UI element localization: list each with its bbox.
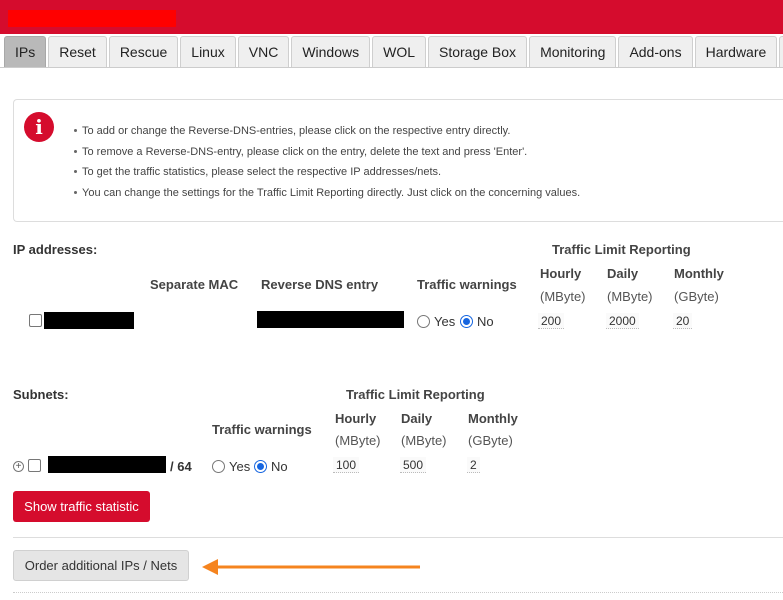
ip-traffic-limit-header: Traffic Limit Reporting bbox=[552, 242, 691, 257]
subnet-monthly-value[interactable]: 2 bbox=[467, 457, 480, 473]
ip-monthly-unit: (GByte) bbox=[674, 289, 719, 304]
subnet-daily-value[interactable]: 500 bbox=[400, 457, 427, 473]
info-box: i To add or change the Reverse-DNS-entri… bbox=[13, 99, 783, 222]
subnet-hourly-value[interactable]: 100 bbox=[333, 457, 360, 473]
subnet-traffic-warnings-yes-radio[interactable] bbox=[212, 460, 225, 473]
tab-windows[interactable]: Windows bbox=[291, 36, 371, 67]
tab-linux[interactable]: Linux bbox=[180, 36, 236, 67]
tab-admin[interactable]: Admin bbox=[779, 36, 783, 67]
reverse-dns-entry[interactable] bbox=[257, 311, 404, 328]
show-traffic-statistic-button[interactable]: Show traffic statistic bbox=[13, 491, 150, 522]
redacted-subnet-address bbox=[48, 456, 166, 473]
info-list: To add or change the Reverse-DNS-entries… bbox=[74, 124, 580, 206]
subnet-traffic-warnings-no-radio[interactable] bbox=[254, 460, 267, 473]
info-item: You can change the settings for the Traf… bbox=[74, 186, 580, 207]
subnet-select-checkbox[interactable] bbox=[28, 459, 41, 472]
tab-rescue[interactable]: Rescue bbox=[108, 36, 179, 67]
separate-mac-header: Separate MAC bbox=[150, 277, 239, 292]
tab-storage-box[interactable]: Storage Box bbox=[428, 36, 528, 67]
order-additional-ips-button[interactable]: Order additional IPs / Nets bbox=[13, 550, 189, 581]
tab-hardware[interactable]: Hardware bbox=[694, 36, 778, 67]
ip-traffic-warnings-no-radio[interactable] bbox=[460, 315, 473, 328]
tab-wol[interactable]: WOL bbox=[372, 36, 426, 67]
ip-hourly-unit: (MByte) bbox=[540, 289, 586, 304]
subnet-hourly-header: Hourly bbox=[335, 411, 377, 426]
ip-traffic-warnings-yes-radio[interactable] bbox=[417, 315, 430, 328]
ip-yes-label: Yes bbox=[434, 314, 456, 329]
expand-plus-icon[interactable]: + bbox=[13, 461, 24, 472]
tab-reset[interactable]: Reset bbox=[48, 36, 107, 67]
ip-addresses-label: IP addresses: bbox=[13, 242, 98, 257]
ip-daily-unit: (MByte) bbox=[607, 289, 653, 304]
subnet-traffic-limit-header: Traffic Limit Reporting bbox=[346, 387, 485, 402]
ip-monthly-header: Monthly bbox=[674, 266, 724, 281]
ip-daily-value[interactable]: 2000 bbox=[606, 313, 639, 329]
ip-traffic-warnings-header: Traffic warnings bbox=[417, 277, 517, 292]
subnet-daily-header: Daily bbox=[401, 411, 433, 426]
subnet-monthly-unit: (GByte) bbox=[468, 433, 513, 448]
subnet-traffic-warnings-header: Traffic warnings bbox=[212, 422, 312, 437]
info-icon: i bbox=[24, 112, 54, 142]
subnet-hourly-unit: (MByte) bbox=[335, 433, 381, 448]
divider bbox=[13, 537, 783, 538]
ip-monthly-value[interactable]: 20 bbox=[673, 313, 693, 329]
tab-monitoring[interactable]: Monitoring bbox=[529, 36, 617, 67]
subnets-label: Subnets: bbox=[13, 387, 69, 402]
tab-bar: IPs Reset Rescue Linux VNC Windows WOL Storage … bbox=[0, 36, 783, 68]
reverse-dns-header: Reverse DNS entry bbox=[261, 277, 379, 292]
subnet-prefix: / 64 bbox=[170, 459, 192, 474]
redacted-server-name bbox=[8, 10, 176, 27]
ip-hourly-value[interactable]: 200 bbox=[538, 313, 565, 329]
ip-daily-header: Daily bbox=[607, 266, 639, 281]
ip-select-checkbox[interactable] bbox=[29, 314, 42, 327]
bottom-divider bbox=[13, 592, 783, 593]
tab-add-ons[interactable]: Add-ons bbox=[618, 36, 693, 67]
top-banner bbox=[0, 0, 783, 34]
subnet-no-label: No bbox=[271, 459, 288, 474]
redacted-ip-address bbox=[44, 312, 134, 329]
subnet-yes-label: Yes bbox=[229, 459, 251, 474]
ip-no-label: No bbox=[477, 314, 494, 329]
info-item: To remove a Reverse-DNS-entry, please cl… bbox=[74, 145, 580, 166]
subnet-daily-unit: (MByte) bbox=[401, 433, 447, 448]
tab-vnc[interactable]: VNC bbox=[237, 36, 290, 67]
subnet-monthly-header: Monthly bbox=[468, 411, 518, 426]
tab-ips[interactable]: IPs bbox=[4, 36, 47, 67]
info-item: To get the traffic statistics, please se… bbox=[74, 165, 580, 186]
orange-arrow-icon bbox=[202, 559, 420, 575]
info-item: To add or change the Reverse-DNS-entries… bbox=[74, 124, 580, 145]
ip-hourly-header: Hourly bbox=[540, 266, 582, 281]
